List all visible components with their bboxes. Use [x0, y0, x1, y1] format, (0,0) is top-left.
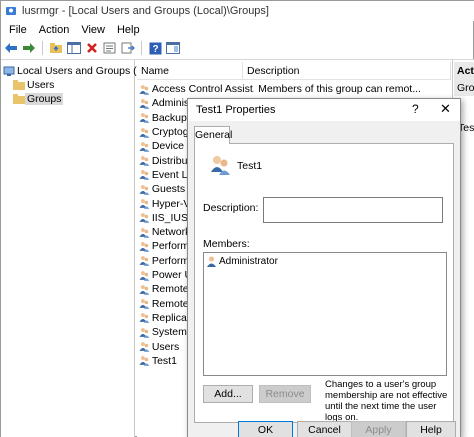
- group-icon: [139, 213, 150, 224]
- group-icon: [139, 256, 150, 267]
- table-row[interactable]: Access Control Assist... Members of this …: [137, 82, 451, 96]
- membership-note: Changes to a user's group membership are…: [325, 379, 448, 423]
- cancel-button[interactable]: Cancel: [297, 421, 352, 437]
- group-icon: [139, 299, 150, 310]
- title-bar: lusrmgr - [Local Users and Groups (Local…: [1, 1, 474, 21]
- actions-header: Actions: [454, 62, 474, 80]
- tree-item-users[interactable]: Users: [13, 78, 56, 92]
- delete-icon[interactable]: [84, 40, 100, 56]
- description-input[interactable]: [263, 197, 443, 223]
- row-description: Members of this group can remot...: [258, 83, 421, 96]
- properties-dialog: Test1 Properties ? ✕ General Test1 Descr…: [187, 98, 461, 437]
- description-label: Description:: [203, 202, 259, 214]
- group-icon: [139, 342, 150, 352]
- tab-general[interactable]: General: [194, 126, 232, 144]
- dialog-close-icon[interactable]: ✕: [440, 101, 451, 117]
- mmc-pane-icon[interactable]: [165, 40, 181, 56]
- actions-groups[interactable]: Groups: [454, 80, 474, 96]
- group-icon: [139, 184, 150, 195]
- show-hide-tree-icon[interactable]: [66, 40, 82, 56]
- apply-button[interactable]: Apply: [351, 421, 406, 437]
- list-header: Name Description: [137, 62, 451, 80]
- tree-pane: Local Users and Groups (Local) Users Gro…: [1, 60, 165, 437]
- column-header-description[interactable]: Description: [243, 62, 451, 80]
- group-icon: [139, 199, 150, 209]
- toolbar: ?: [1, 39, 474, 57]
- group-icon: [139, 270, 150, 281]
- general-tab-panel: Test1 Description: Members: Administrato…: [194, 143, 454, 423]
- add-button[interactable]: Add...: [203, 385, 253, 403]
- help-icon[interactable]: ?: [147, 40, 163, 56]
- dialog-help-icon[interactable]: ?: [412, 102, 419, 116]
- back-arrow-icon[interactable]: [3, 40, 19, 56]
- remove-button[interactable]: Remove: [259, 385, 311, 403]
- toolbar-separator: [42, 41, 43, 55]
- lusrmgr-app-icon: [6, 7, 16, 15]
- menu-action[interactable]: Action: [33, 24, 76, 36]
- help-button[interactable]: Help: [406, 421, 456, 437]
- group-icon: [139, 327, 150, 338]
- group-icon: [139, 127, 150, 138]
- member-name: Administrator: [219, 256, 278, 267]
- row-name: Access Control Assist...: [151, 83, 255, 96]
- group-icon: [139, 156, 150, 167]
- svg-text:?: ?: [152, 44, 158, 55]
- folder-icon: [13, 94, 25, 104]
- tree-item-groups[interactable]: Groups: [13, 92, 64, 106]
- group-icon: [211, 156, 230, 175]
- group-icon: [139, 84, 150, 95]
- toolbar-separator: [141, 41, 142, 55]
- members-label: Members:: [203, 238, 250, 250]
- tree-item-groups-label: Groups: [25, 93, 64, 105]
- tree-item-users-label: Users: [27, 79, 55, 91]
- group-icon: [139, 227, 150, 238]
- properties-icon[interactable]: [102, 40, 118, 56]
- user-icon: [207, 256, 216, 267]
- group-name: Test1: [237, 160, 263, 172]
- up-folder-icon[interactable]: [48, 40, 64, 56]
- group-icon: [139, 113, 150, 124]
- group-icon: [139, 170, 150, 181]
- group-icon: [139, 313, 150, 324]
- group-icon: [139, 99, 150, 109]
- dialog-title: Test1 Properties: [196, 104, 276, 116]
- group-icon: [139, 242, 150, 252]
- folder-icon: [13, 80, 25, 90]
- menu-view[interactable]: View: [75, 24, 111, 36]
- group-icon: [139, 284, 150, 295]
- menu-file[interactable]: File: [3, 24, 33, 36]
- export-list-icon[interactable]: [120, 40, 136, 56]
- column-header-name[interactable]: Name: [137, 62, 243, 80]
- dialog-title-bar: Test1 Properties ? ✕: [188, 99, 460, 121]
- forward-arrow-icon[interactable]: [21, 40, 37, 56]
- computer-users-icon: [3, 66, 15, 76]
- menu-bar: File Action View Help: [1, 21, 474, 39]
- group-icon: [139, 141, 150, 152]
- mmc-window: lusrmgr - [Local Users and Groups (Local…: [0, 0, 474, 437]
- member-item[interactable]: Administrator: [206, 256, 278, 267]
- menu-help[interactable]: Help: [111, 24, 146, 36]
- window-title: lusrmgr - [Local Users and Groups (Local…: [22, 5, 269, 17]
- ok-button[interactable]: OK: [238, 421, 293, 437]
- group-icon: [139, 356, 150, 367]
- members-list[interactable]: Administrator: [203, 252, 447, 376]
